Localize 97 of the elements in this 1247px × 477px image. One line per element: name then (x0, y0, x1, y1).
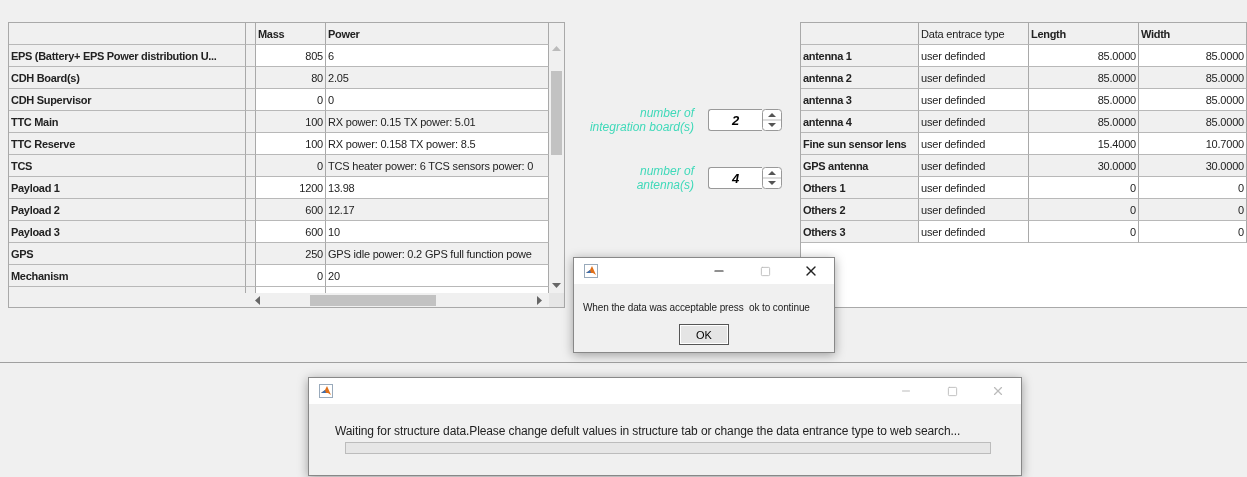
table-cell: 0 (1029, 177, 1139, 199)
table-cell: 600 (256, 199, 326, 221)
row-header: Others 1 (801, 177, 919, 199)
scroll-right-icon[interactable] (537, 295, 543, 305)
row-header: Others 3 (801, 221, 919, 243)
table-cell: 0 (326, 89, 549, 111)
table-cell: 2.05 (326, 67, 549, 89)
scrollbar-thumb[interactable] (551, 71, 562, 155)
table-cell: user definded (919, 221, 1029, 243)
table-cell: 0 (256, 89, 326, 111)
table-cell: RX power: 0.15 TX power: 5.01 (326, 111, 549, 133)
table-cell: user definded (919, 67, 1029, 89)
row-header: TTC Reserve (9, 133, 246, 155)
row-header: GPS antenna (801, 155, 919, 177)
table-cell: TCS heater power: 6 TCS sensors power: 0 (326, 155, 549, 177)
table-cell: 85.0000 (1139, 111, 1247, 133)
row-header: Payload 3 (9, 221, 246, 243)
table-cell: 0 (1139, 221, 1247, 243)
row-header: CDH Board(s) (9, 67, 246, 89)
table-cell: user definded (919, 111, 1029, 133)
scrollbar-thumb[interactable] (310, 294, 436, 306)
table-cell: user definded (919, 177, 1029, 199)
app-logo-icon (584, 264, 598, 278)
row-header: Others 2 (801, 199, 919, 221)
row-header: Payload 1 (9, 177, 246, 199)
maximize-icon (759, 265, 771, 277)
spinner-label: number of antenna(s) (636, 164, 694, 192)
table-cell: user definded (919, 89, 1029, 111)
row-header: Payload 2 (9, 199, 246, 221)
table-cell: 0 (1139, 199, 1247, 221)
table-cell: 80 (256, 67, 326, 89)
close-icon (991, 384, 1005, 398)
table-cell: 10.7000 (1139, 133, 1247, 155)
spinner-arrows-icon[interactable] (762, 167, 782, 189)
scroll-down-icon[interactable] (552, 283, 561, 289)
table-cell: 0 (256, 155, 326, 177)
table-cell: 85.0000 (1029, 111, 1139, 133)
spinner-arrows-icon[interactable] (762, 109, 782, 131)
table-cell: RX power: 0.158 TX power: 8.5 (326, 133, 549, 155)
table-cell: 0 (1029, 199, 1139, 221)
table-cell: 85.0000 (1139, 89, 1247, 111)
row-header: TCS (9, 155, 246, 177)
column-header: Data entrace type (919, 23, 1029, 45)
table-cell: 0 (256, 265, 326, 287)
table-cell: user definded (919, 199, 1029, 221)
table-cell: 85.0000 (1029, 67, 1139, 89)
app-logo-icon (319, 384, 333, 398)
scroll-left-icon[interactable] (254, 295, 260, 305)
table-cell: 10 (326, 221, 549, 243)
spinner-label: number of integration board(s) (589, 106, 694, 134)
table-cell: 12.17 (326, 199, 549, 221)
table-cell: 85.0000 (1139, 67, 1247, 89)
table-cell: 100 (256, 111, 326, 133)
table-cell: user definded (919, 133, 1029, 155)
row-header: Mechanism (9, 265, 246, 287)
table-cell: 805 (256, 45, 326, 67)
number-field[interactable]: 4 (708, 167, 762, 189)
number-field[interactable]: 2 (708, 109, 762, 131)
table-cell: user definded (919, 155, 1029, 177)
table-cell: 100 (256, 133, 326, 155)
row-header: TTC Main (9, 111, 246, 133)
column-header: Power (326, 23, 549, 45)
table-cell: 600 (256, 221, 326, 243)
table-cell: 250 (256, 243, 326, 265)
row-header: EPS (Battery+ EPS Power distribution U... (9, 45, 246, 67)
column-header: Mass (256, 23, 326, 45)
table-cell: 0 (1139, 177, 1247, 199)
vertical-scrollbar[interactable] (549, 23, 564, 293)
table-cell: 0 (1029, 221, 1139, 243)
table-cell: 85.0000 (1029, 89, 1139, 111)
column-header: Length (1029, 23, 1139, 45)
table-cell: GPS idle power: 0.2 GPS full function powe (326, 243, 549, 265)
row-header: antenna 3 (801, 89, 919, 111)
progress-message: Waiting for structure data.Please change defult values in structure tab or change the data entrance type to web search... (335, 424, 962, 438)
row-header: Fine sun sensor lens (801, 133, 919, 155)
table-cell: 20 (326, 265, 549, 287)
table-cell: 15.4000 (1029, 133, 1139, 155)
table-cell: 85.0000 (1139, 45, 1247, 67)
maximize-icon (946, 385, 958, 397)
ok-button[interactable]: OK (679, 324, 729, 345)
row-header: antenna 1 (801, 45, 919, 67)
row-header: antenna 2 (801, 67, 919, 89)
row-header: antenna 4 (801, 111, 919, 133)
scrollbar-corner (549, 293, 564, 307)
table-cell: 30.0000 (1139, 155, 1247, 177)
table-cell: 85.0000 (1029, 45, 1139, 67)
table-cell: 1200 (256, 177, 326, 199)
scroll-up-icon[interactable] (552, 45, 561, 51)
row-header: CDH Supervisor (9, 89, 246, 111)
table-cell: 6 (326, 45, 549, 67)
table-cell: 30.0000 (1029, 155, 1139, 177)
table-cell: user definded (919, 45, 1029, 67)
row-header: GPS (9, 243, 246, 265)
horizontal-scrollbar[interactable] (9, 293, 549, 307)
column-header: Width (1139, 23, 1247, 45)
table-cell: 13.98 (326, 177, 549, 199)
dialog-message: When the data was acceptable press ok to continue (583, 302, 810, 313)
